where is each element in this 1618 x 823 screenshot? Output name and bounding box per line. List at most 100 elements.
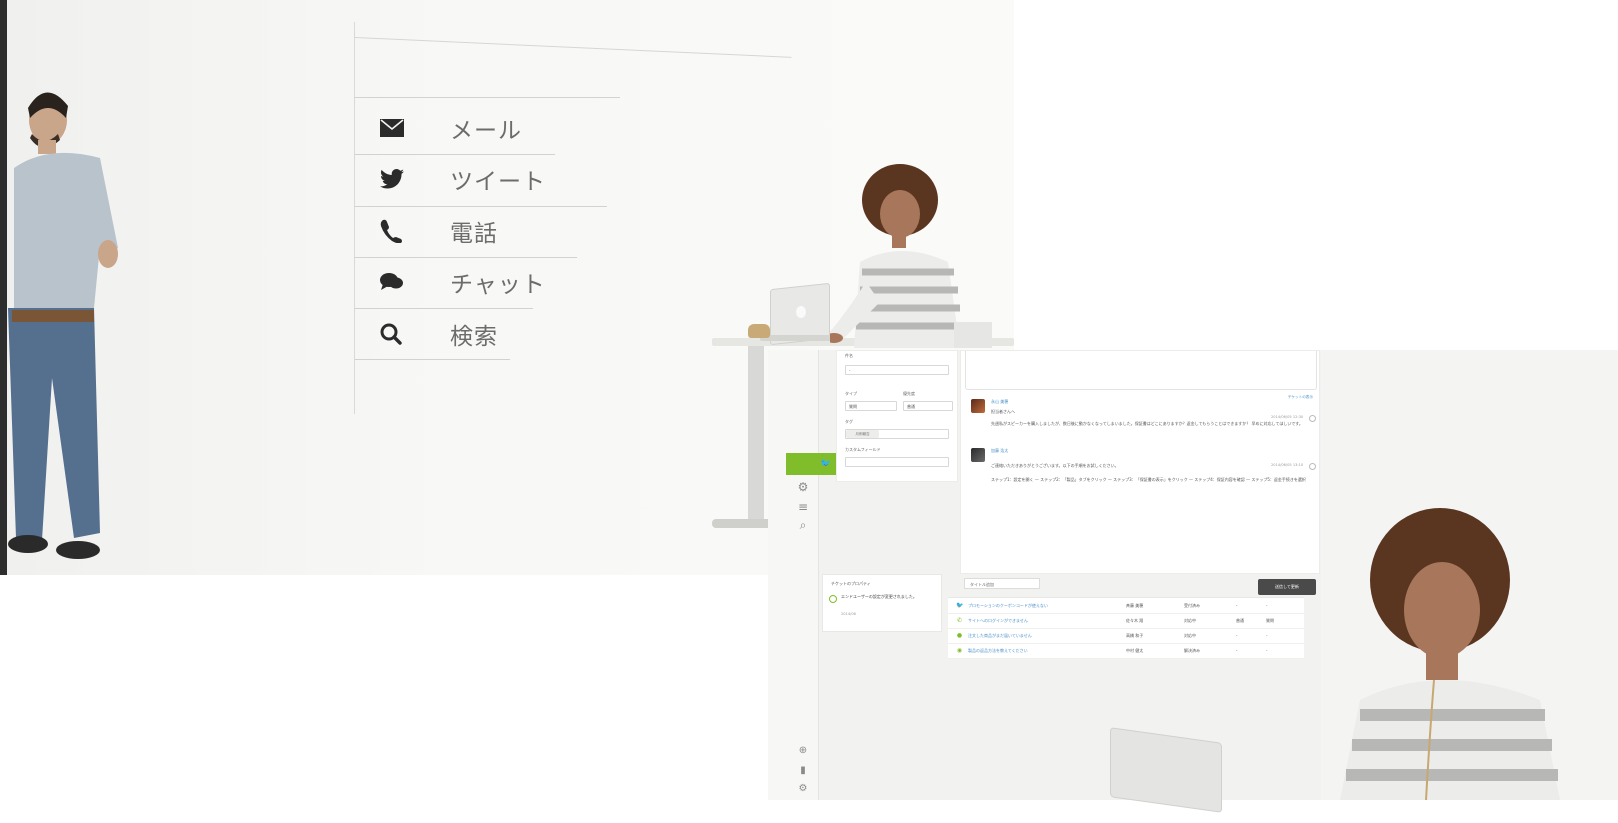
menu-item-phone[interactable]: 電話 xyxy=(380,213,498,249)
activity-card: チケットのプロパティ エンドユーザーの設定が変更されました。 2014/06 xyxy=(822,574,942,632)
ticket-priority: - xyxy=(1236,633,1238,638)
menu-label-mail: メール xyxy=(450,118,522,144)
check-circle-icon: ◉ xyxy=(956,647,963,654)
avatar xyxy=(971,399,985,413)
menu-item-tweet[interactable]: ツイート xyxy=(380,161,546,197)
table-row[interactable]: ✆ サイトへのログインができません 佐々木 翔 対応中 普通 質問 xyxy=(948,613,1304,629)
desk-ornament xyxy=(748,324,770,338)
message-greeting: 担当者さんへ xyxy=(991,409,1015,414)
submit-button[interactable]: 送信して更新 xyxy=(1258,579,1316,595)
ticket-type: 質問 xyxy=(1266,618,1274,623)
ticket-status: 受付済み xyxy=(1184,603,1200,608)
custom-field-input[interactable] xyxy=(845,457,949,467)
settings-icon[interactable]: ⚙ xyxy=(796,783,810,794)
phone-icon xyxy=(380,216,414,246)
table-row[interactable]: ◉ 製品の返品方法を教えてください 中村 健太 解決済み - - xyxy=(948,643,1304,659)
check-circle-icon xyxy=(829,595,837,603)
menu-icon[interactable]: ≡ xyxy=(796,500,810,514)
activity-header: チケットのプロパティ xyxy=(831,581,871,586)
ticket-type: - xyxy=(1266,648,1268,653)
ticket-requester: 高橋 和子 xyxy=(1126,633,1144,638)
message-time: 2014/06/05 12:30 xyxy=(1271,415,1304,419)
woman-figure xyxy=(830,164,992,348)
menu-label-phone: 電話 xyxy=(450,221,498,247)
menu-separator xyxy=(355,206,607,207)
activity-text: エンドユーザーの設定が変更されました。 xyxy=(841,594,917,599)
ticket-status: 対応中 xyxy=(1184,633,1196,638)
twitter-icon: 🐦 xyxy=(956,602,964,609)
gear-icon[interactable]: ⚙ xyxy=(796,480,810,494)
woman-figure xyxy=(1340,508,1560,800)
chat-icon: ● xyxy=(956,632,963,639)
menu-separator xyxy=(355,359,510,360)
menu-separator xyxy=(355,97,620,98)
ticket-priority: - xyxy=(1236,603,1238,608)
status-icon xyxy=(1309,415,1316,422)
laptop-base xyxy=(760,335,840,341)
activity-date: 2014/06 xyxy=(841,612,856,616)
menu-label-chat: チャット xyxy=(450,272,546,298)
ticket-priority: 普通 xyxy=(1236,618,1244,623)
ticket-requester: 中村 健太 xyxy=(1126,648,1144,653)
tickets-table: 🐦 プロモーションのクーポンコードが使えない 斉藤 美穂 受付済み - - ✆ … xyxy=(948,597,1304,659)
twitter-icon xyxy=(380,164,414,194)
ticket-status: 対応中 xyxy=(1184,618,1196,623)
apple-logo-icon xyxy=(796,306,806,318)
avatar xyxy=(971,448,985,462)
message-greeting: ご連絡いただきありがとうございます。以下の手順をお試しください。 xyxy=(991,463,1119,468)
reports-icon[interactable]: ▮ xyxy=(796,765,810,776)
menu-separator xyxy=(355,308,533,309)
twitter-icon: 🐦 xyxy=(820,459,832,469)
conversation-thread: チケットの表示 永山 美穂 2014/06/05 12:30 担当者さんへ 先週… xyxy=(960,350,1320,574)
type-select[interactable]: 質問 xyxy=(845,401,897,411)
priority-label: 優先度 xyxy=(903,391,915,396)
tag-chip[interactable]: 月例報告 xyxy=(846,430,879,438)
custom-field-label: カスタムフィールド xyxy=(845,447,881,452)
menu-item-chat[interactable]: チャット xyxy=(380,264,546,300)
status-icon xyxy=(1309,463,1316,470)
panel-vertical-line xyxy=(354,22,355,414)
message-body: 先週私がスピーカーを購入しましたが、数日後に動かなくなってしまいました。保証書は… xyxy=(991,421,1303,426)
message-time: 2014/06/05 13:10 xyxy=(1271,463,1304,467)
search-icon xyxy=(380,319,414,349)
panel-top-line xyxy=(354,37,792,58)
message-body: ステップ1：設定を開く — ステップ2：「製品」タブをクリック — ステップ3：… xyxy=(991,477,1306,482)
ticket-type: - xyxy=(1266,603,1268,608)
field-select[interactable]: - xyxy=(845,365,949,375)
priority-select[interactable]: 普通 xyxy=(903,401,953,411)
ticket-type: - xyxy=(1266,633,1268,638)
ticket-subject[interactable]: 製品の返品方法を教えてください xyxy=(968,648,1028,654)
help-icon[interactable]: ⊕ xyxy=(796,745,810,756)
table-row[interactable]: 🐦 プロモーションのクーポンコードが使えない 斉藤 美穂 受付済み - - xyxy=(948,598,1304,614)
man-figure xyxy=(8,92,118,559)
ticket-subject[interactable]: 注文した商品がまだ届いていません xyxy=(968,633,1032,639)
search-icon[interactable]: ⌕ xyxy=(796,518,810,532)
type-label: タイプ xyxy=(845,391,857,396)
ticket-requester: 斉藤 美穂 xyxy=(1126,603,1144,608)
desk-leg xyxy=(748,346,764,526)
menu-separator xyxy=(355,257,577,258)
chat-icon xyxy=(380,267,414,297)
ticket-priority: - xyxy=(1236,648,1238,653)
menu-label-tweet: ツイート xyxy=(450,169,546,195)
menu-item-search[interactable]: 検索 xyxy=(380,316,498,352)
message-author[interactable]: 永山 美穂 xyxy=(991,399,1008,405)
tags-label: タグ xyxy=(845,419,853,424)
ticket-requester: 佐々木 翔 xyxy=(1126,618,1144,623)
phone-icon: ✆ xyxy=(956,617,963,624)
ticket-subject[interactable]: サイトへのログインができません xyxy=(968,618,1028,624)
field-label: 件名 xyxy=(845,353,853,358)
left-edge-bar xyxy=(0,0,7,575)
menu-separator xyxy=(355,154,555,155)
reply-textarea[interactable] xyxy=(965,351,1317,390)
mail-icon xyxy=(380,113,414,143)
add-title-dropdown[interactable]: タイトル追加 xyxy=(964,578,1040,589)
menu-label-search: 検索 xyxy=(450,324,498,350)
message-author[interactable]: 加藤 浩太 xyxy=(991,448,1008,454)
ticket-form-card: 件名 - タイプ 優先度 質問 普通 タグ カスタムフィールド xyxy=(836,350,958,482)
table-row[interactable]: ● 注文した商品がまだ届いていません 高橋 和子 対応中 - - xyxy=(948,628,1304,644)
ticket-subject[interactable]: プロモーションのクーポンコードが使えない xyxy=(968,603,1048,609)
ticket-status: 解決済み xyxy=(1184,648,1200,653)
view-ticket-link[interactable]: チケットの表示 xyxy=(1288,395,1313,400)
menu-item-mail[interactable]: メール xyxy=(380,110,522,146)
